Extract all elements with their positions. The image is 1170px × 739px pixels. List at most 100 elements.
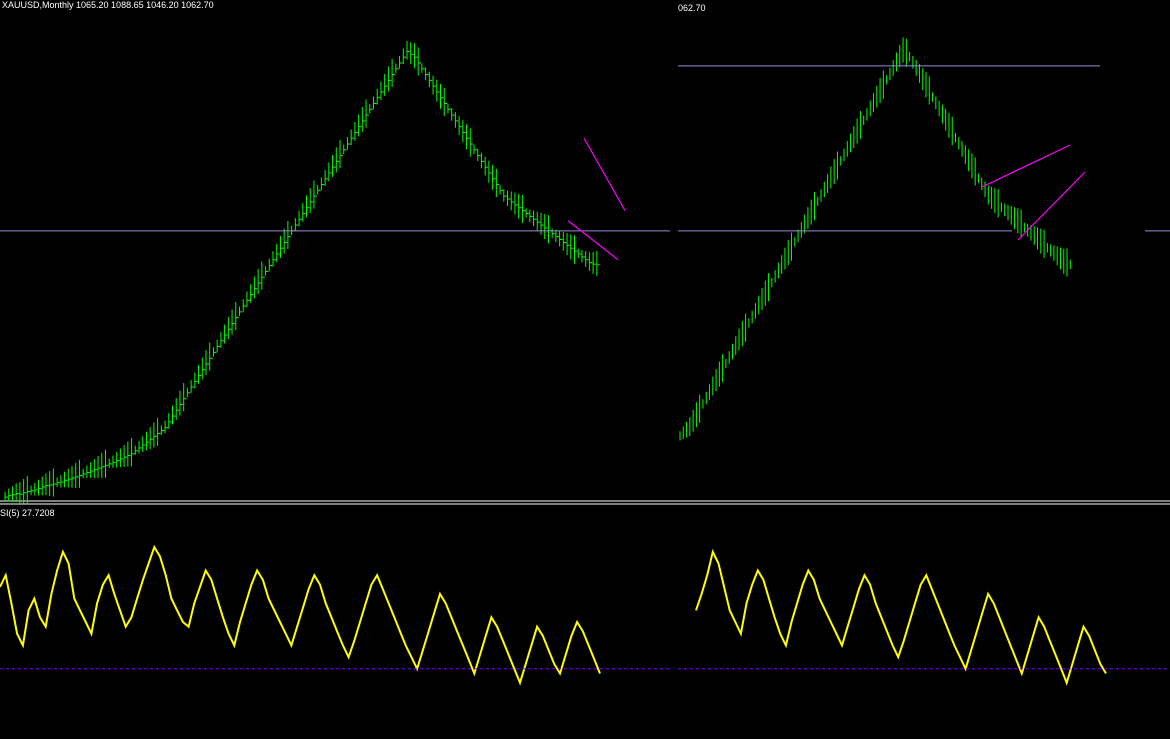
ohlc-bar [395,63,399,73]
ohlc-bar [108,458,113,468]
ohlc-bar [544,214,548,240]
ohlc-bar [268,258,273,272]
ohlc-bar [425,67,429,81]
ohlc-bar [469,128,474,157]
ohlc-bar [242,299,247,312]
ohlc-bar [119,448,124,468]
ohlc-bar [343,144,347,154]
ohlc-bar [417,47,422,76]
ohlc-bar [298,210,303,227]
ohlc-bar [410,42,414,65]
ohlc-bar [153,422,157,448]
ohlc-bar [246,291,250,308]
ohlc-bar [52,468,57,497]
ohlc-bar [477,148,481,162]
ohlc-bar [194,372,198,389]
ohlc-bar [533,210,537,227]
ohlc-bar [142,436,146,452]
ohlc-bar [440,83,444,109]
ohlc-bar [172,405,176,425]
ohlc-bar [365,99,370,128]
ohlc-bar [49,471,53,497]
ohlc-bar [376,89,381,105]
ohlc-bar [525,208,530,218]
ohlc-bar [302,203,306,222]
ohlc-bar [186,387,191,398]
ohlc-bar [86,465,90,479]
ohlc-bar [23,478,27,504]
left-rsi-line [0,544,601,686]
ohlc-bar [488,160,492,183]
ohlc-bar [257,269,262,295]
ohlc-bar [577,248,582,259]
ohlc-bar [466,124,470,150]
ohlc-bar [265,266,269,276]
ohlc-bar [216,339,221,353]
ohlc-bar [4,491,8,502]
ohlc-bar [369,104,373,114]
ohlc-bar [421,63,425,73]
ohlc-bar [11,486,16,502]
ohlc-bar [134,445,139,455]
ohlc-bar [339,139,343,169]
ohlc-bar [432,75,437,95]
price-and-rsi-chart [0,37,1170,686]
ohlc-bar [105,449,109,478]
ohlc-bar [272,251,276,267]
ohlc-bar [75,462,79,488]
ohlc-bar [287,221,291,250]
ohlc-bar [570,234,574,260]
ohlc-bar [90,462,94,479]
ohlc-bar [231,309,236,335]
ohlc-bar [279,236,284,258]
ohlc-bar [131,438,135,467]
ohlc-bar [402,48,407,65]
ohlc-bar [406,40,410,60]
ohlc-bar [97,456,102,478]
ohlc-bar [510,191,515,211]
ohlc-bar [56,477,61,487]
ohlc-bar [291,225,295,236]
ohlc-bar [454,112,459,128]
ohlc-bar [555,229,559,243]
ohlc-bar [276,243,280,263]
ohlc-bar [60,475,64,488]
ohlc-bar [220,332,224,348]
ohlc-bar [164,420,169,434]
ohlc-bar [462,120,466,143]
ohlc-bar [484,156,489,176]
ohlc-bar [309,188,314,214]
ohlc-bar [566,233,571,256]
ohlc-bar [250,284,254,303]
ohlc-bar [149,427,154,449]
ohlc-bar [201,357,206,380]
ohlc-bar [413,43,418,69]
ohlc-bar [592,251,597,274]
ohlc-bar [157,417,161,446]
ohlc-bar [361,106,366,132]
ohlc-bar [521,194,526,224]
ohlc-bar [93,459,98,478]
ohlc-bar [514,192,518,215]
ohlc-bar [536,211,541,231]
ohlc-bar [480,152,485,169]
ohlc-bar [324,170,329,186]
ohlc-bar [261,261,265,290]
ohlc-bar [253,276,258,299]
ohlc-bar [67,468,72,488]
ohlc-bar [235,302,239,331]
ohlc-bar [112,455,116,468]
ohlc-bar [175,398,180,421]
ohlc-bar [212,347,217,357]
ohlc-bar [335,147,340,173]
ohlc-bar [320,177,325,191]
ohlc-bar [209,342,213,371]
ohlc-bar [41,476,46,496]
ohlc-bar [391,58,396,88]
right-rsi-line [695,548,1107,686]
ohlc-bar [518,193,522,219]
ohlc-bar [492,164,496,190]
ohlc-bar [127,441,131,467]
ohlc-bar [198,365,202,384]
ohlc-bar [123,445,128,467]
